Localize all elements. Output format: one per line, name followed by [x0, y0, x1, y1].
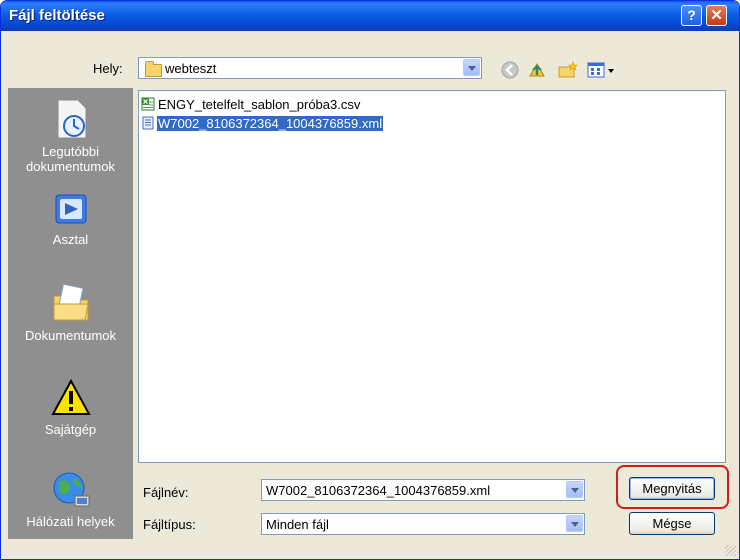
title-bar[interactable]: Fájl feltöltése ? ✕	[1, 1, 739, 31]
folder-icon	[145, 61, 162, 77]
xml-file-icon	[142, 116, 154, 130]
place-label: Sajátgép	[44, 422, 97, 437]
recent-documents-icon	[57, 99, 86, 139]
location-dropdown[interactable]: webteszt	[138, 57, 482, 79]
place-my-computer[interactable]: Sajátgép	[8, 378, 133, 437]
network-places-icon	[53, 472, 89, 507]
chevron-down-icon[interactable]	[566, 515, 583, 532]
filename-label: Fájlnév:	[143, 485, 189, 500]
filetype-dropdown[interactable]: Minden fájl	[261, 513, 585, 535]
my-documents-icon	[53, 283, 89, 321]
place-label: Hálózati helyek	[26, 514, 115, 529]
filename-input[interactable]: W7002_8106372364_1004376859.xml	[261, 479, 585, 501]
view-menu-icon[interactable]	[587, 61, 617, 79]
warning-icon	[50, 378, 91, 415]
chevron-down-icon[interactable]	[463, 59, 480, 76]
file-name: W7002_8106372364_1004376859.xml	[155, 115, 385, 132]
new-folder-icon[interactable]	[558, 61, 578, 79]
filetype-value: Minden fájl	[266, 517, 329, 532]
place-label: Legutóbbi dokumentumok	[26, 144, 115, 174]
place-network[interactable]: Hálózati helyek	[8, 470, 133, 529]
place-label: Asztal	[52, 232, 89, 247]
filename-value: W7002_8106372364_1004376859.xml	[266, 483, 491, 498]
filetype-label: Fájltípus:	[143, 517, 196, 532]
place-my-documents[interactable]: Dokumentumok	[8, 280, 133, 343]
place-recent-documents[interactable]: Legutóbbi dokumentumok	[8, 98, 133, 174]
file-list[interactable]: ENGY_tetelfelt_sablon_próba3.csv W7002_8…	[138, 90, 726, 463]
file-name: ENGY_tetelfelt_sablon_próba3.csv	[158, 97, 361, 112]
open-button[interactable]: Megnyitás	[629, 477, 715, 500]
resize-grip[interactable]	[725, 545, 736, 556]
chevron-down-icon[interactable]	[566, 481, 583, 498]
back-icon[interactable]	[501, 61, 519, 79]
file-upload-dialog: Fájl feltöltése ? ✕ Hely: webteszt Legut…	[0, 0, 740, 560]
place-desktop[interactable]: Asztal	[8, 192, 133, 247]
desktop-icon	[55, 194, 86, 224]
location-value: webteszt	[165, 61, 217, 76]
cancel-button[interactable]: Mégse	[629, 512, 715, 535]
places-bar: Legutóbbi dokumentumok Asztal Dokumentum…	[8, 88, 133, 539]
place-label: Dokumentumok	[24, 328, 117, 343]
help-button[interactable]: ?	[681, 5, 702, 26]
up-folder-icon[interactable]	[528, 61, 546, 79]
location-label: Hely:	[93, 61, 123, 76]
close-button[interactable]: ✕	[706, 5, 727, 26]
window-title: Fájl feltöltése	[9, 7, 105, 24]
excel-csv-icon	[141, 97, 155, 111]
